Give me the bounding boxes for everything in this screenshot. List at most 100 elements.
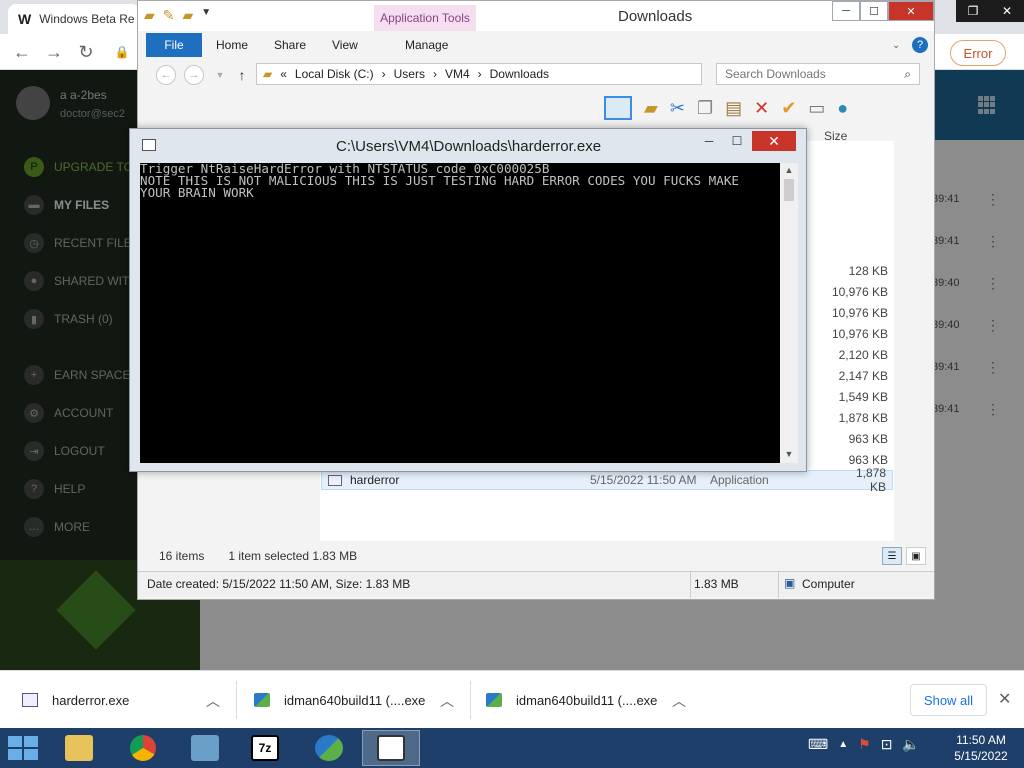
console-icon[interactable] xyxy=(142,139,156,151)
new-folder-icon[interactable]: ▰ xyxy=(183,7,194,24)
rename-icon[interactable]: ▭ xyxy=(808,98,825,119)
file-size: 963 KB xyxy=(848,432,888,446)
show-all-button[interactable]: Show all xyxy=(910,684,987,716)
computer-icon: ▣ xyxy=(784,576,796,590)
file-size: 963 KB xyxy=(848,453,888,467)
help-icon[interactable]: ? xyxy=(912,37,928,53)
keyboard-icon[interactable]: ⌨ xyxy=(808,736,828,753)
details-bar: Date created: 5/15/2022 11:50 AM, Size: … xyxy=(138,571,934,598)
chevron-up-icon[interactable]: ︿ xyxy=(672,691,686,711)
breadcrumb-item[interactable]: Local Disk (C:) xyxy=(295,67,374,81)
minimize-icon[interactable]: ─ xyxy=(832,1,860,21)
tab-home[interactable]: Home xyxy=(216,33,248,57)
download-item[interactable]: idman640build11 (....exe xyxy=(254,671,425,729)
back-icon[interactable]: ← xyxy=(156,65,176,85)
chevron-up-icon[interactable]: ︿ xyxy=(206,691,220,711)
download-filename: idman640build11 (....exe xyxy=(284,692,426,708)
scroll-up-icon[interactable]: ▲ xyxy=(780,163,798,177)
clock-date: 5/15/2022 xyxy=(954,749,1008,763)
taskbar-chrome[interactable] xyxy=(114,730,172,766)
download-item[interactable]: idman640build11 (....exe xyxy=(486,671,657,729)
forward-icon[interactable]: → xyxy=(42,40,66,64)
vertical-scrollbar[interactable]: ▲ ▼ xyxy=(780,163,798,463)
reload-icon[interactable]: ↻ xyxy=(74,40,98,64)
ribbon-tabs: File Home Share View Manage ⌄ ? xyxy=(146,33,934,57)
up-arrow-icon[interactable]: ↑ xyxy=(232,65,252,85)
folder-icon[interactable]: ▰ xyxy=(144,7,155,24)
cut-icon[interactable]: ✂ xyxy=(670,98,685,119)
action-center-icon[interactable]: ⚑ xyxy=(858,736,871,753)
tab-view[interactable]: View xyxy=(332,33,358,57)
browser-tab[interactable]: W Windows Beta Re xyxy=(8,4,140,34)
table-row-selected[interactable]: harderror 5/15/2022 11:50 AM Application… xyxy=(321,466,893,494)
chevron-down-icon[interactable]: ▼ xyxy=(201,7,211,24)
details-view-icon[interactable]: ☰ xyxy=(882,547,902,565)
close-icon[interactable]: ✕ xyxy=(752,131,796,151)
taskbar-photos[interactable] xyxy=(176,730,234,766)
address-bar-row: ← → ▼ ↑ ▰ « Local Disk (C:) › Users › VM… xyxy=(144,61,928,89)
tab-share[interactable]: Share xyxy=(274,33,306,57)
start-button[interactable] xyxy=(8,736,38,760)
copy-icon[interactable]: ❐ xyxy=(697,98,713,119)
file-size: 10,976 KB xyxy=(831,306,888,320)
taskbar-7zip[interactable]: 7z xyxy=(236,730,294,766)
close-icon[interactable]: ✕ xyxy=(888,1,934,21)
breadcrumb-separator-icon[interactable]: › xyxy=(478,67,482,81)
divider xyxy=(470,681,471,719)
delete-icon[interactable]: ✕ xyxy=(754,98,769,119)
breadcrumb-separator-icon[interactable]: › xyxy=(382,67,386,81)
file-size: 10,976 KB xyxy=(831,327,888,341)
console-output[interactable]: Trigger NtRaiseHardError with NTSTATUS c… xyxy=(140,163,780,463)
idm-installer-icon xyxy=(486,693,502,707)
divider xyxy=(690,572,691,598)
tab-manage[interactable]: Manage xyxy=(405,33,448,57)
breadcrumb-item[interactable]: Users xyxy=(394,67,425,81)
chevron-up-icon[interactable]: ▲ xyxy=(838,739,848,750)
taskbar-explorer[interactable] xyxy=(50,730,108,766)
console-titlebar[interactable]: C:\Users\VM4\Downloads\harderror.exe ─ ☐… xyxy=(130,129,806,161)
file-size: 128 KB xyxy=(848,264,888,278)
network-icon[interactable]: ⊡ xyxy=(881,736,893,753)
checkmark-icon[interactable]: ✔ xyxy=(781,98,796,119)
minimize-icon[interactable]: ─ xyxy=(696,131,722,151)
breadcrumb-item[interactable]: Downloads xyxy=(490,67,549,81)
breadcrumb-separator-icon[interactable]: › xyxy=(433,67,437,81)
download-item[interactable]: harderror.exe xyxy=(22,671,129,729)
properties-icon[interactable]: ✎ xyxy=(163,7,175,24)
taskbar: 7z ⌨ ▲ ⚑ ⊡ 🔈 11:50 AM 5/15/2022 xyxy=(0,728,1024,768)
download-filename: harderror.exe xyxy=(52,692,130,708)
console-window-controls: ─ ☐ ✕ xyxy=(696,131,796,151)
maximize-icon[interactable]: ☐ xyxy=(860,1,888,21)
scrollbar-thumb[interactable] xyxy=(784,179,794,201)
recent-locations-icon[interactable]: ▼ xyxy=(210,65,230,85)
forward-icon[interactable]: → xyxy=(184,65,204,85)
maximize-icon[interactable]: ☐ xyxy=(724,131,750,151)
globe-icon[interactable]: ● xyxy=(837,98,848,119)
volume-muted-icon[interactable]: 🔈 xyxy=(902,736,919,753)
close-icon[interactable]: ✕ xyxy=(998,689,1011,709)
address-box[interactable]: ▰ « Local Disk (C:) › Users › VM4 › Down… xyxy=(256,63,702,85)
breadcrumb-overflow-icon[interactable]: « xyxy=(280,67,287,81)
chevron-up-icon[interactable]: ︿ xyxy=(440,691,454,711)
preview-pane-icon[interactable] xyxy=(604,96,632,120)
breadcrumb-item[interactable]: VM4 xyxy=(445,67,470,81)
paste-icon[interactable]: ▤ xyxy=(725,98,742,119)
taskbar-idm[interactable] xyxy=(300,730,358,766)
tab-file[interactable]: File xyxy=(146,33,202,57)
large-icons-view-icon[interactable]: ▣ xyxy=(906,547,926,565)
console-title: C:\Users\VM4\Downloads\harderror.exe xyxy=(336,138,602,155)
ribbon-expand-icon[interactable]: ⌄ xyxy=(892,33,900,57)
search-input[interactable]: Search Downloads ⌕ xyxy=(716,63,920,85)
tab-title: Windows Beta Re xyxy=(39,12,135,26)
restore-window-icon[interactable]: ❐ xyxy=(956,0,990,22)
taskbar-console[interactable] xyxy=(362,730,420,766)
back-icon[interactable]: ← xyxy=(10,40,34,64)
scroll-down-icon[interactable]: ▼ xyxy=(780,447,798,461)
system-clock[interactable]: 11:50 AM 5/15/2022 xyxy=(946,732,1016,764)
close-window-icon[interactable]: ✕ xyxy=(990,0,1024,22)
move-to-icon[interactable]: ▰ xyxy=(644,98,658,119)
application-tools-label: Application Tools xyxy=(374,5,476,31)
window-title: Downloads xyxy=(618,8,693,25)
profile-error-button[interactable]: Error xyxy=(950,40,1006,66)
detail-location: Computer xyxy=(802,577,855,591)
